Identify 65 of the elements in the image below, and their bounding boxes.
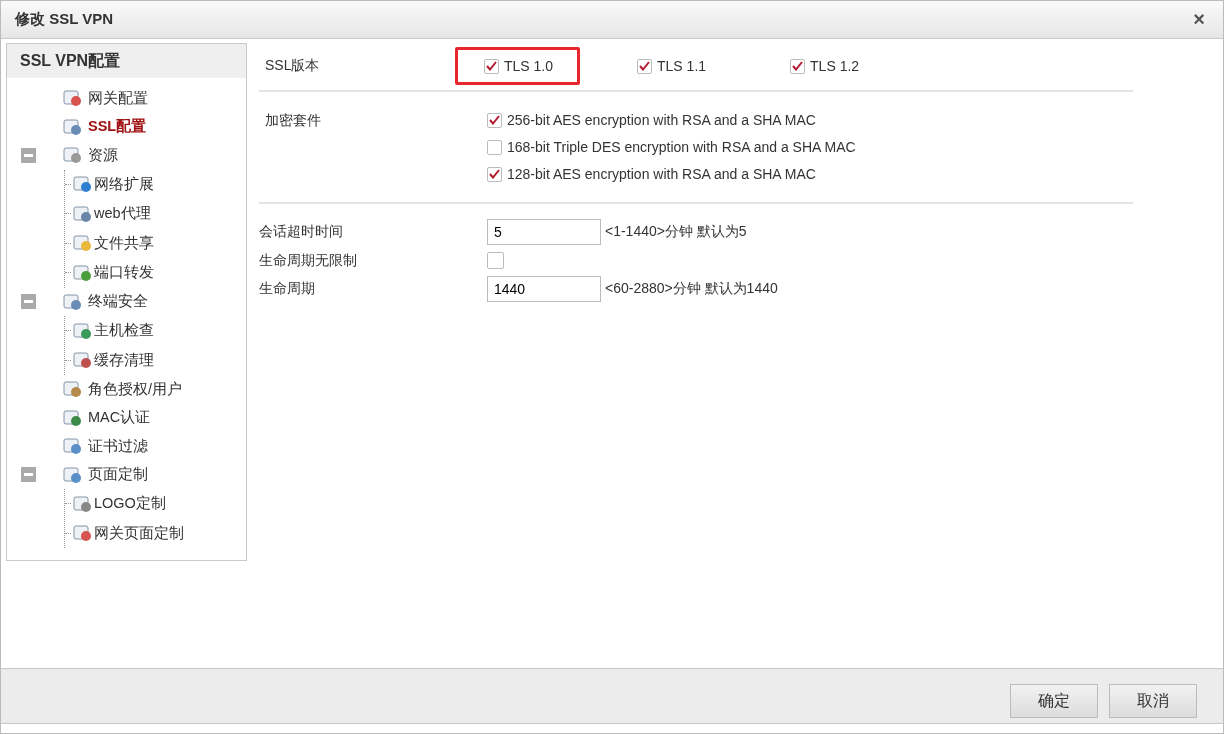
close-button[interactable]: × [1189,8,1209,31]
hint-text: <60-2880>分钟 默认为1440 [605,280,778,298]
cancel-button[interactable]: 取消 [1109,684,1197,718]
checkbox[interactable] [484,58,499,74]
tree-item[interactable]: 证书过滤 [88,436,148,456]
node-icon [63,437,82,456]
tree-item[interactable]: 网关页面定制 [94,523,184,543]
minus-icon [24,300,33,304]
input-field[interactable]: 1440 [487,276,601,302]
node-icon [63,292,82,311]
node-icon [73,234,92,253]
node-icon [63,465,82,484]
node-icon [63,89,82,108]
collapse-toggle[interactable] [21,147,36,163]
field-label: 会话超时时间 [259,223,344,241]
tree-item[interactable]: 网络扩展 [94,174,154,194]
checkbox[interactable] [790,58,806,74]
field-label: SSL版本 [264,57,321,75]
checkbox[interactable] [637,58,653,74]
checkbox[interactable] [487,139,502,155]
option-label: 168-bit Triple DES encryption with RSA and a SHA MAC [507,139,856,155]
tree-item[interactable]: SSL配置 [88,117,147,137]
sidebar-header: SSL VPN配置 [7,44,246,78]
field-label: 加密套件 [264,112,322,130]
field-label: 生命周期无限制 [259,251,358,270]
tree-item[interactable]: LOGO定制 [94,494,166,514]
tree-item[interactable]: MAC认证 [88,408,151,428]
input-field[interactable]: 5 [487,219,601,245]
confirm-button[interactable]: 确定 [1010,684,1098,718]
checkbox[interactable] [487,166,502,182]
tree-item[interactable]: web代理 [94,204,151,224]
node-icon [63,146,82,165]
node-icon [73,204,92,223]
collapse-toggle[interactable] [21,294,36,310]
option-label: TLS 1.0 [504,58,554,74]
tree-item[interactable]: 主机检查 [94,321,154,341]
node-icon [73,175,92,194]
tree-item[interactable]: 文件共享 [94,233,154,253]
tree-item[interactable]: 网关配置 [88,88,148,108]
checkbox[interactable] [487,112,502,128]
tree-item[interactable]: 终端安全 [88,292,148,312]
window-title: 修改 SSL VPN [15,10,114,29]
node-icon [63,408,82,427]
node-icon [73,494,92,513]
tree-item[interactable]: 资源 [88,145,118,165]
option-label: TLS 1.2 [810,58,860,74]
node-icon [73,524,92,543]
node-icon [63,380,82,399]
hint-text: <1-1440>分钟 默认为5 [605,223,747,241]
minus-icon [24,473,33,477]
node-icon [73,321,92,340]
checkbox[interactable] [487,252,504,269]
tree-item[interactable]: 端口转发 [94,263,154,283]
node-icon [73,263,92,282]
option-label: TLS 1.1 [657,58,707,74]
minus-icon [24,153,33,157]
field-label: 生命周期 [259,280,316,298]
node-icon [63,117,82,136]
tree-item[interactable]: 页面定制 [88,465,148,485]
node-icon [73,351,92,370]
option-label: 256-bit AES encryption with RSA and a SHA MAC [507,112,816,128]
option-label: 128-bit AES encryption with RSA and a SHA MAC [507,166,816,182]
tree-item[interactable]: 缓存清理 [94,350,154,370]
collapse-toggle[interactable] [21,467,36,483]
tree-item[interactable]: 角色授权/用户 [88,379,183,399]
